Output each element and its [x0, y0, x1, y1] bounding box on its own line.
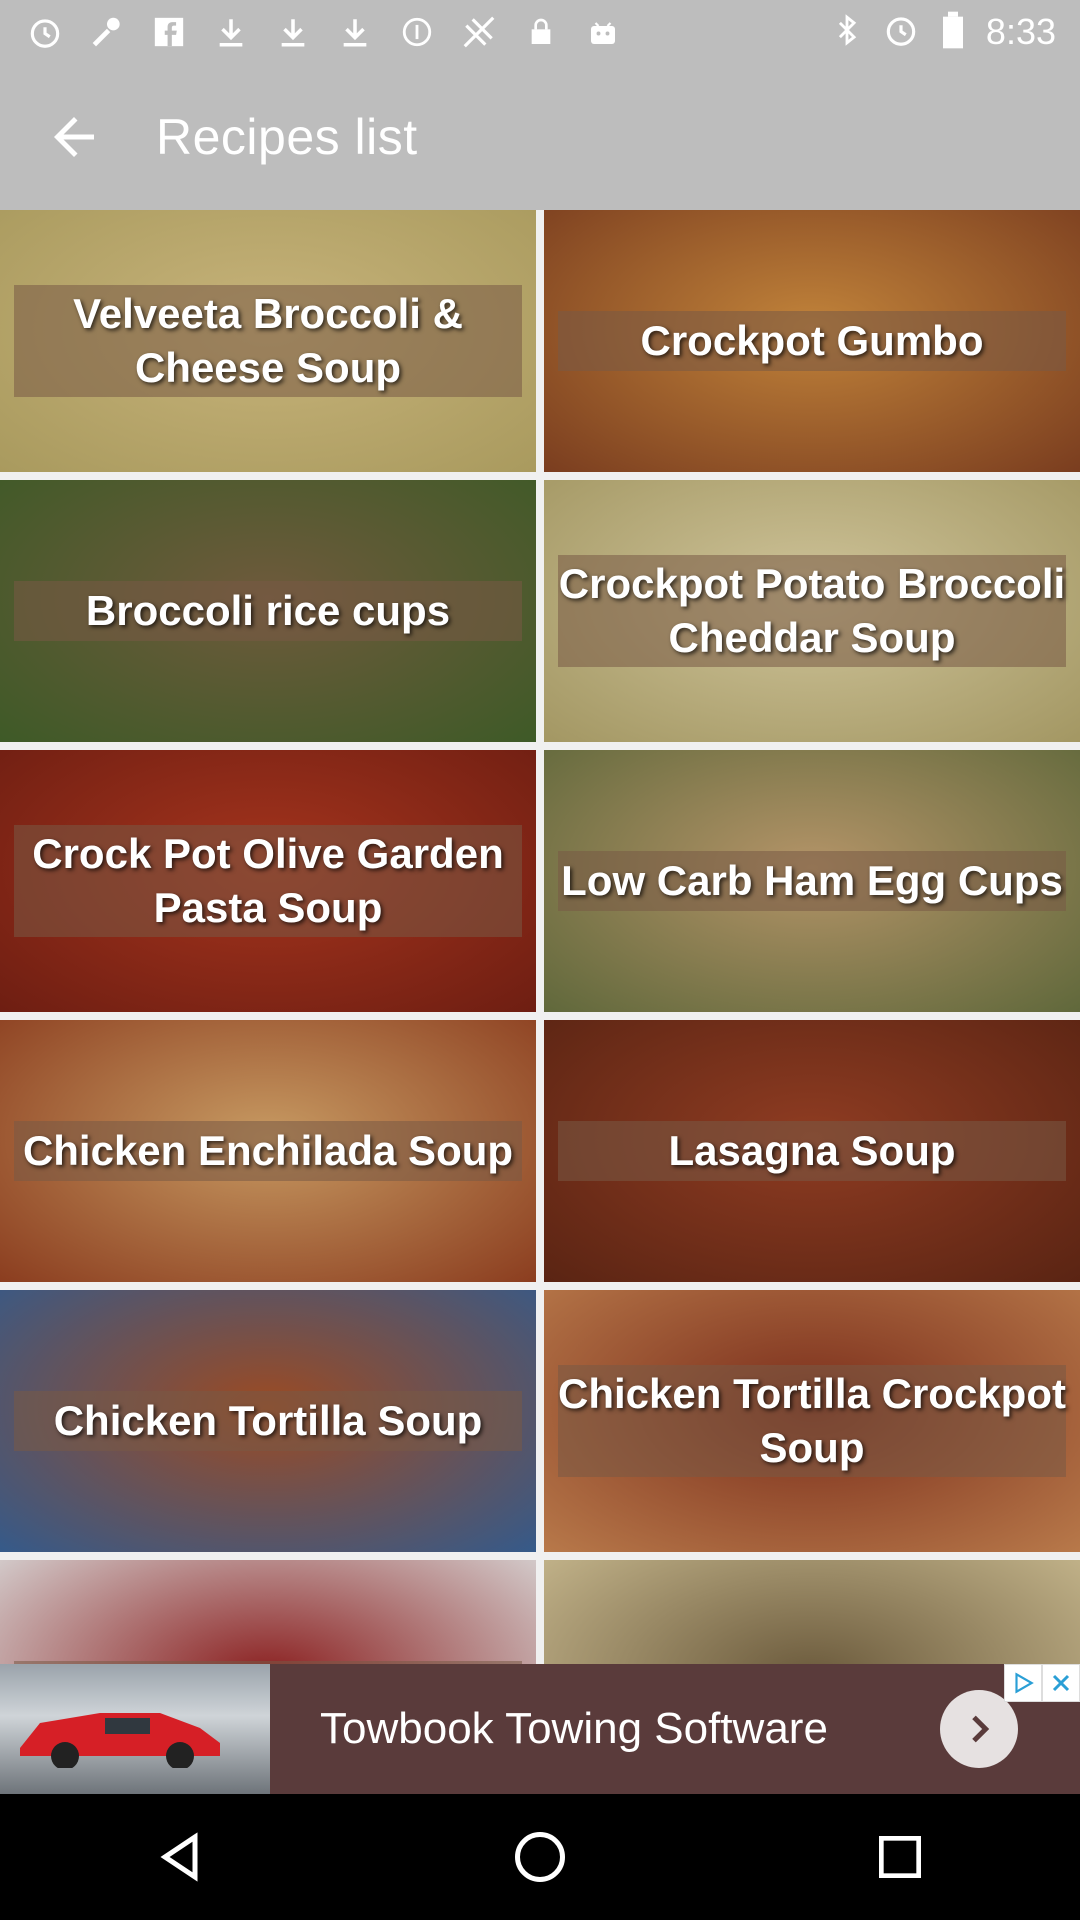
arrow-left-icon — [54, 117, 94, 157]
status-left-icons — [24, 11, 624, 53]
recipe-title: Low Carb Ham Egg Cups — [561, 857, 1063, 904]
adchoices-icon[interactable] — [1004, 1664, 1042, 1702]
nav-back-button[interactable] — [120, 1797, 240, 1917]
recipe-card[interactable]: Chicken Tortilla Crockpot Soup — [544, 1290, 1080, 1552]
recipe-card[interactable]: Broccoli rice cups — [0, 480, 536, 742]
recipe-title: Broccoli rice cups — [85, 587, 451, 634]
recipe-title: Chicken Enchilada Soup — [22, 1127, 514, 1174]
recipe-title: Velveeta Broccoli & Cheese Soup — [73, 290, 463, 391]
ad-banner[interactable]: Towbook Towing Software — [0, 1664, 1080, 1794]
recents-square-icon — [879, 1836, 921, 1878]
recipe-title: Crockpot Potato Broccoli Cheddar Soup — [558, 560, 1066, 661]
recipe-title: Crock Pot Olive Garden Pasta Soup — [32, 830, 504, 931]
alarm-icon — [24, 11, 66, 53]
nav-home-button[interactable] — [480, 1797, 600, 1917]
ad-image — [0, 1664, 270, 1794]
recipe-title: Crockpot Gumbo — [640, 317, 984, 364]
wrench-icon — [86, 11, 128, 53]
navigation-bar — [0, 1794, 1080, 1920]
back-triangle-icon — [160, 1832, 198, 1882]
facebook-icon — [148, 11, 190, 53]
vpn-icon — [458, 11, 500, 53]
status-bar: 8:33 — [0, 0, 1080, 64]
home-circle-icon — [515, 1832, 565, 1882]
recipe-card[interactable]: Potato and Corn — [0, 1560, 536, 1664]
recipe-title: Chicken Tortilla Crockpot Soup — [558, 1370, 1066, 1471]
bluetooth-icon — [830, 13, 864, 52]
battery-icon — [938, 10, 968, 55]
info-icon — [396, 11, 438, 53]
nav-recents-button[interactable] — [840, 1797, 960, 1917]
recipe-card[interactable]: Lasagna Soup — [544, 1020, 1080, 1282]
android-icon — [582, 11, 624, 53]
status-right-icons: 8:33 — [830, 10, 1056, 55]
recipe-title: Chicken Tortilla Soup — [53, 1397, 483, 1444]
recipe-grid: Velveeta Broccoli & Cheese Soup Crockpot … — [0, 210, 1080, 1664]
recipe-card[interactable]: Chicken Tortilla Soup — [0, 1290, 536, 1552]
ad-text: Towbook Towing Software — [320, 1704, 828, 1753]
lock-icon — [520, 11, 562, 53]
recipe-card[interactable]: Crock Pot Olive Garden Pasta Soup — [0, 750, 536, 1012]
page-title: Recipes list — [156, 109, 418, 165]
app-bar: Recipes list — [0, 64, 1080, 210]
ad-badge — [1004, 1664, 1080, 1702]
recipe-card[interactable] — [544, 1560, 1080, 1664]
back-button[interactable] — [24, 87, 124, 187]
status-time: 8:33 — [985, 11, 1056, 52]
close-icon[interactable] — [1042, 1664, 1080, 1702]
download-icon — [272, 11, 314, 53]
recipe-card[interactable]: Low Carb Ham Egg Cups — [544, 750, 1080, 1012]
download-icon — [210, 11, 252, 53]
download-icon — [334, 11, 376, 53]
recipe-title: Lasagna Soup — [668, 1127, 956, 1174]
recipe-card[interactable]: Crockpot Gumbo — [544, 210, 1080, 472]
recipe-card[interactable]: Crockpot Potato Broccoli Cheddar Soup — [544, 480, 1080, 742]
recipe-card[interactable]: Velveeta Broccoli & Cheese Soup — [0, 210, 536, 472]
chevron-right-icon — [972, 1715, 990, 1743]
alarm-icon — [882, 11, 920, 54]
recipe-card[interactable]: Chicken Enchilada Soup — [0, 1020, 536, 1282]
